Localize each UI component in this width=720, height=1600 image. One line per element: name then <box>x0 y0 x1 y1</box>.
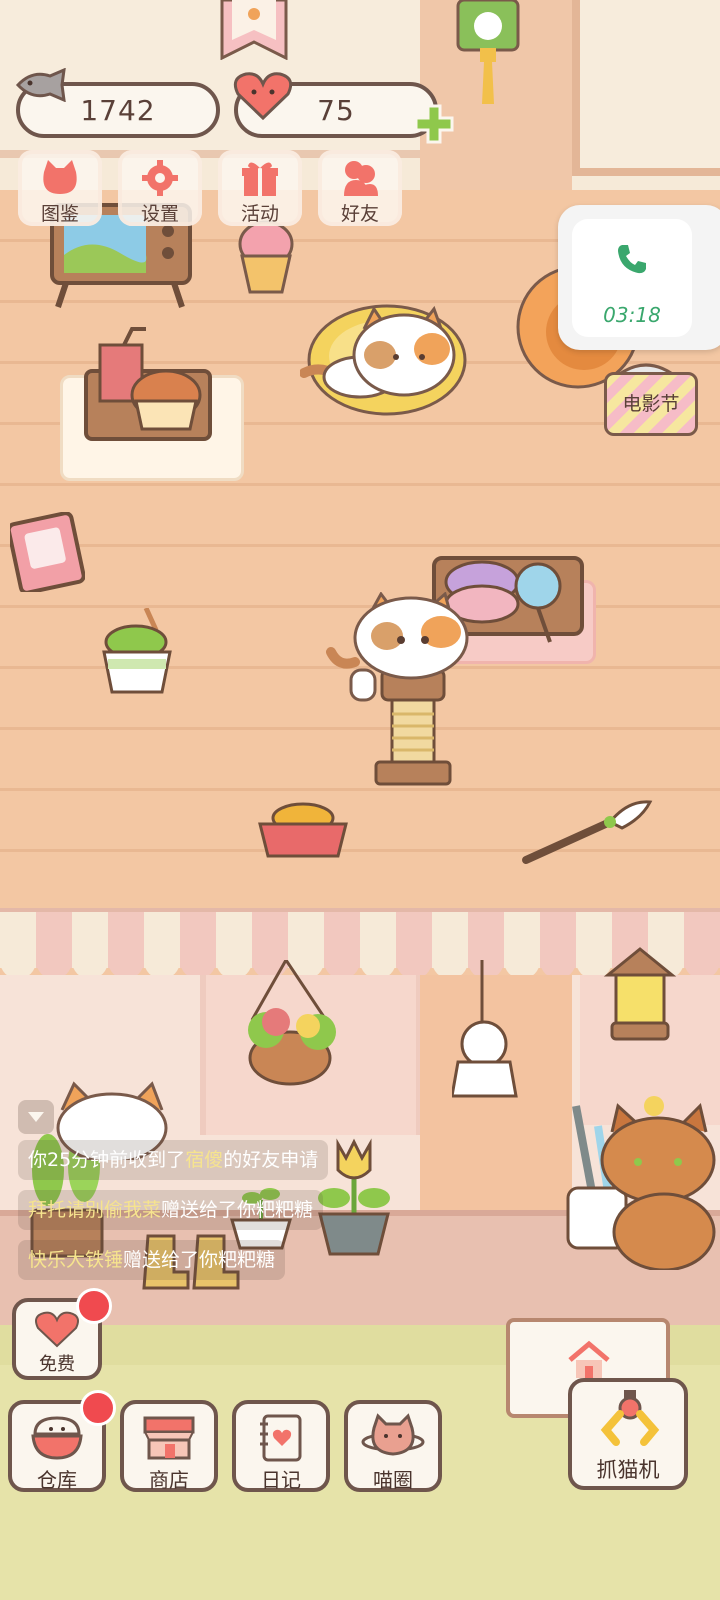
menu-friends-button[interactable]: 好友 <box>318 150 402 226</box>
free-gift-label: 免费 <box>39 1354 75 1375</box>
diary-label: 日记 <box>261 1468 301 1492</box>
fish-icon <box>15 68 66 102</box>
menu-events-button[interactable]: 活动 <box>218 150 302 226</box>
meow-circle-label: 喵圈 <box>373 1468 413 1492</box>
calico-cat-standing <box>326 592 469 702</box>
feather-wand-toy <box>522 800 653 864</box>
gift-icon <box>242 162 278 196</box>
paw-banner <box>220 0 288 60</box>
warehouse-label: 仓库 <box>37 1468 77 1492</box>
claw-machine-button[interactable]: 抓猫机 <box>568 1378 688 1490</box>
planet-cat-icon <box>361 1413 425 1456</box>
chat-username[interactable]: 拜托请别偷我菜 <box>28 1199 161 1221</box>
hanging-bird-ornament <box>456 0 520 104</box>
muffin-table <box>84 327 212 441</box>
food-bowl <box>258 802 348 858</box>
call-notification[interactable]: 03:18 <box>558 205 720 350</box>
plus-icon[interactable] <box>412 102 456 146</box>
claw-machine-label: 抓猫机 <box>596 1458 660 1482</box>
meow-circle-button[interactable]: 喵圈 <box>344 1400 442 1492</box>
movie-festival-label: 电影节 <box>622 393 680 415</box>
call-card: 03:18 <box>572 219 692 337</box>
rice-bowl-icon <box>31 1416 83 1460</box>
chat-message: 拜托请别偷我菜赠送给了你粑粑糖 <box>18 1190 324 1230</box>
house-icon <box>568 1340 610 1378</box>
friends-icon <box>344 161 378 196</box>
chevron-down-icon <box>28 1112 44 1122</box>
phone-icon <box>618 245 646 274</box>
menu-collection-button[interactable]: 图鉴 <box>18 150 102 226</box>
ice-cream-cone <box>238 220 294 294</box>
hanging-flower-basket <box>248 960 336 1086</box>
menu-settings-label: 设置 <box>140 203 179 225</box>
notification-badge <box>76 1288 112 1324</box>
chat-username[interactable]: 快乐大铁锤 <box>28 1249 123 1271</box>
heart-icon <box>35 1311 79 1348</box>
chat-message: 你25分钟前收到了宿傻的好友申请 <box>18 1140 329 1180</box>
tabby-cat-sitting <box>600 1096 716 1270</box>
sleeping-calico-cat <box>300 305 456 399</box>
game-scene: 1742 75 图鉴 设置 活动 好友 03:18 电影节 你25分钟前收到了宿… <box>0 0 720 1600</box>
shop-button[interactable]: 商店 <box>120 1400 218 1492</box>
chat-text: 赠送给了你粑粑糖 <box>161 1199 314 1221</box>
gear-icon <box>142 160 178 196</box>
heart-icon <box>233 72 293 121</box>
chat-message: 快乐大铁锤赠送给了你粑粑糖 <box>18 1240 286 1280</box>
menu-collection-label: 图鉴 <box>40 203 79 225</box>
diary-icon <box>260 1414 302 1462</box>
chat-text: 赠送给了你粑粑糖 <box>123 1249 276 1271</box>
wall-panel-right <box>572 0 720 176</box>
matcha-drink <box>102 608 172 694</box>
shop-label: 商店 <box>149 1468 189 1492</box>
notification-badge <box>80 1390 116 1426</box>
hanging-ghost-charm <box>452 960 518 1098</box>
chat-toggle-button[interactable] <box>18 1100 54 1134</box>
claw-icon <box>600 1390 660 1446</box>
chat-text: 你25分钟前收到了 <box>28 1149 186 1171</box>
chat-text: 的好友申请 <box>223 1149 319 1171</box>
diary-button[interactable]: 日记 <box>232 1400 330 1492</box>
chat-username[interactable]: 宿傻 <box>185 1149 223 1171</box>
pink-book <box>10 512 85 592</box>
cat-head-icon <box>43 160 77 194</box>
wall-lantern <box>603 947 677 1041</box>
menu-friends-label: 好友 <box>340 203 379 225</box>
menu-events-label: 活动 <box>240 203 279 225</box>
menu-settings-button[interactable]: 设置 <box>118 150 202 226</box>
shop-icon <box>143 1416 195 1460</box>
call-duration: 03:18 <box>603 303 661 327</box>
movie-festival-sign[interactable]: 电影节 <box>604 372 698 436</box>
